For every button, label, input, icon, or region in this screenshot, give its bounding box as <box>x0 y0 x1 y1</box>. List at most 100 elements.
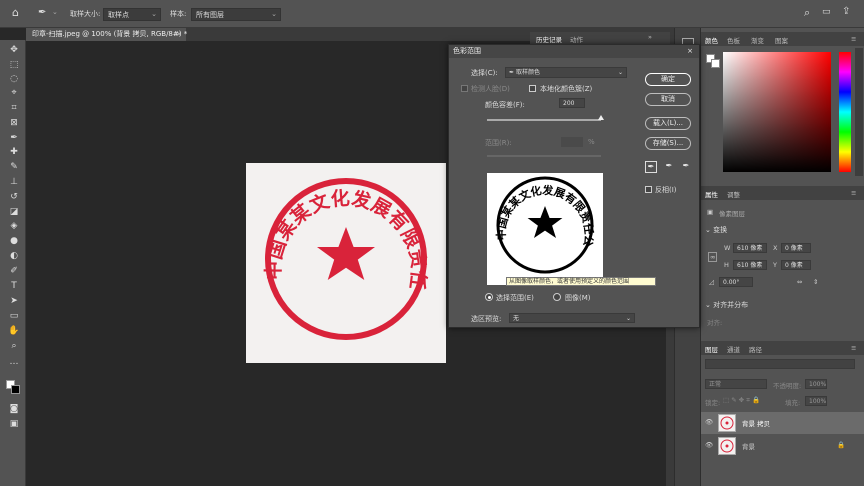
panel-menu-icon[interactable]: ≡ <box>851 189 856 197</box>
range-field[interactable] <box>561 137 583 147</box>
localized-clusters-checkbox[interactable] <box>529 85 536 92</box>
close-icon[interactable]: × <box>687 45 693 58</box>
color-picker-field[interactable] <box>723 52 831 172</box>
save-button[interactable]: 存储(S)... <box>645 137 691 150</box>
flip-vertical-icon[interactable]: ⇕ <box>813 278 818 286</box>
invert-checkbox[interactable] <box>645 186 652 193</box>
cancel-button[interactable]: 取消 <box>645 93 691 106</box>
dodge-tool-icon[interactable]: ◐ <box>8 250 20 262</box>
quick-select-tool-icon[interactable]: ⌖ <box>8 87 20 99</box>
history-panel-tabs: 历史记录 动作 » <box>530 32 670 44</box>
tab-adjustments[interactable]: 调整 <box>727 189 740 199</box>
dialog-title: 色彩范围 × <box>449 45 699 58</box>
opacity-field[interactable]: 100% <box>805 379 827 389</box>
selection-preview-dropdown[interactable]: 无 ⌄ <box>509 313 635 323</box>
tab-paths[interactable]: 路径 <box>749 344 762 354</box>
blend-mode-dropdown[interactable]: 正常 <box>705 379 767 389</box>
preview-star-icon <box>527 206 563 238</box>
blur-tool-icon[interactable]: ● <box>8 235 20 247</box>
share-icon[interactable]: ⇪ <box>842 6 850 17</box>
eyedropper-plus-icon[interactable]: ✒ <box>663 161 675 173</box>
fuzziness-slider-track[interactable] <box>487 115 604 121</box>
link-dimensions-icon[interactable]: ∞ <box>708 252 718 262</box>
flip-horizontal-icon[interactable]: ⇔ <box>797 278 802 286</box>
hue-slider[interactable] <box>839 52 851 172</box>
tab-patterns[interactable]: 图案 <box>775 35 788 45</box>
panel-menu-icon[interactable]: ≡ <box>851 35 856 43</box>
more-tools-icon[interactable]: … <box>8 356 20 368</box>
pen-tool-icon[interactable]: ✐ <box>8 265 20 277</box>
zoom-tool-icon[interactable]: ⌕ <box>8 340 20 352</box>
home-icon[interactable]: ⌂ <box>12 6 19 19</box>
lasso-tool-icon[interactable]: ◌ <box>8 73 20 85</box>
eyedropper-minus-icon[interactable]: ✒ <box>680 161 692 173</box>
transform-section-title[interactable]: ⌄ 变换 <box>705 225 727 235</box>
select-dropdown[interactable]: ✒ 取样颜色 ⌄ <box>505 67 627 78</box>
search-icon[interactable]: ⌕ <box>804 6 810 20</box>
detect-faces-checkbox[interactable] <box>461 85 468 92</box>
tool-preset-chevron-icon[interactable]: ⌄ <box>52 8 58 16</box>
panel-collapse-icon[interactable]: » <box>648 33 652 41</box>
panel-scrollbar[interactable] <box>855 48 863 176</box>
ok-button[interactable]: 确定 <box>645 73 691 86</box>
path-select-icon[interactable]: ➤ <box>8 295 20 307</box>
tab-swatches[interactable]: 色板 <box>727 35 740 45</box>
eyedropper-tool-icon[interactable]: ✒ <box>38 7 46 18</box>
width-field[interactable]: 610 像素 <box>733 243 767 253</box>
hand-tool-icon[interactable]: ✋ <box>8 325 20 337</box>
rectangle-tool-icon[interactable]: ▭ <box>8 310 20 322</box>
layer-row-background-copy[interactable]: 👁 背景 拷贝 <box>701 412 864 434</box>
fuzziness-field[interactable]: 200 <box>559 98 585 108</box>
tab-history[interactable]: 历史记录 <box>536 34 562 44</box>
selection-radio[interactable] <box>485 293 493 301</box>
layer-row-background[interactable]: 👁 背景 🔒 <box>701 435 864 457</box>
healing-brush-icon[interactable]: ✚ <box>8 146 20 158</box>
y-field[interactable]: 0 像素 <box>781 260 811 270</box>
close-icon[interactable]: × <box>176 28 182 41</box>
brush-tool-icon[interactable]: ✎ <box>8 161 20 173</box>
history-brush-icon[interactable]: ↺ <box>8 191 20 203</box>
document-tab[interactable]: 印章-扫描.jpeg @ 100% (背景 拷贝, RGB/8#) * × <box>26 28 187 41</box>
angle-field[interactable]: 0.00° <box>719 277 753 287</box>
fill-field[interactable]: 100% <box>805 396 827 406</box>
move-tool-icon[interactable]: ✥ <box>8 44 20 56</box>
tab-channels[interactable]: 通道 <box>727 344 740 354</box>
frame-tool-icon[interactable]: ⊠ <box>8 117 20 129</box>
screen-mode-icon[interactable]: ▣ <box>8 418 20 430</box>
align-section-title[interactable]: ⌄ 对齐并分布 <box>705 300 748 310</box>
background-color-swatch[interactable] <box>11 385 20 394</box>
sample-dropdown[interactable]: 所有图层 ⌄ <box>191 8 281 21</box>
marquee-tool-icon[interactable]: ⬚ <box>8 59 20 71</box>
sample-size-dropdown[interactable]: 取样点 ⌄ <box>103 8 161 21</box>
clone-stamp-icon[interactable]: ⊥ <box>8 176 20 188</box>
tab-properties[interactable]: 属性 <box>705 189 718 199</box>
fuzziness-slider-thumb[interactable] <box>598 115 604 120</box>
eyedropper-tool-icon[interactable]: ✒ <box>8 132 20 144</box>
tab-layers[interactable]: 图层 <box>705 344 718 354</box>
range-slider-track[interactable] <box>487 155 601 157</box>
quick-mask-icon[interactable]: ◙ <box>8 403 20 415</box>
paint-bucket-icon[interactable]: ◈ <box>8 220 20 232</box>
workspace-icon[interactable]: ▭ <box>822 7 831 17</box>
document-canvas[interactable]: 中国某某文化发展有限责任公司 <box>236 146 446 363</box>
image-radio[interactable] <box>553 293 561 301</box>
height-field[interactable]: 610 像素 <box>733 260 767 270</box>
layer-filter-field[interactable] <box>705 359 855 369</box>
type-tool-icon[interactable]: T <box>8 280 20 292</box>
crop-tool-icon[interactable]: ⌗ <box>8 102 20 114</box>
bg-swatch[interactable] <box>711 59 720 68</box>
eraser-tool-icon[interactable]: ◪ <box>8 206 20 218</box>
tab-actions[interactable]: 动作 <box>570 34 583 44</box>
tab-color[interactable]: 颜色 <box>705 35 718 45</box>
eye-icon[interactable]: 👁 <box>705 418 713 426</box>
tab-gradients[interactable]: 渐变 <box>751 35 764 45</box>
star-icon <box>317 227 375 280</box>
selection-preview[interactable]: 中国某某文化发展有限责任公司 <box>482 163 603 285</box>
fuzziness-label: 颜色容差(F): <box>485 101 525 109</box>
panel-menu-icon[interactable]: ≡ <box>851 344 856 352</box>
load-button[interactable]: 载入(L)... <box>645 117 691 130</box>
eyedropper-icon[interactable]: ✒ <box>645 161 657 173</box>
lock-icons[interactable]: ⬚ ✎ ✥ ⌗ 🔒 <box>723 396 760 405</box>
eye-icon[interactable]: 👁 <box>705 441 713 449</box>
x-field[interactable]: 0 像素 <box>781 243 811 253</box>
